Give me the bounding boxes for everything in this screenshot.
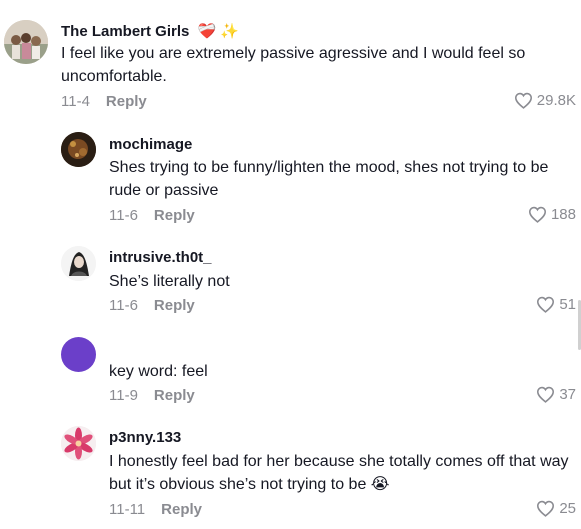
comment-username[interactable]: The Lambert Girls ❤️‍🩹 ✨: [61, 22, 239, 40]
like-button[interactable]: 37: [536, 386, 576, 403]
reply-item: mochimage Shes trying to be funny/lighte…: [0, 120, 581, 230]
comment-meta: 11-6 Reply: [109, 297, 195, 314]
comment-text: She’s literally not: [109, 273, 230, 290]
like-button[interactable]: 29.8K: [514, 92, 576, 109]
reply-button[interactable]: Reply: [106, 93, 147, 110]
like-button[interactable]: 51: [536, 296, 576, 313]
reply-button[interactable]: Reply: [154, 207, 195, 224]
avatar[interactable]: [4, 20, 48, 64]
reply-button[interactable]: Reply: [161, 501, 202, 518]
comment-meta: 11-6 Reply: [109, 207, 195, 224]
like-count: 188: [550, 206, 576, 223]
comment-meta: 11-4 Reply: [61, 93, 147, 110]
heart-outline-icon: [528, 206, 546, 223]
reply-item: intrusive.th0t_ She’s literally not 11-6…: [0, 230, 581, 325]
avatar[interactable]: [61, 246, 96, 281]
comment-text: I honestly feel bad for her because she …: [109, 453, 573, 493]
comment-date: 11-6: [109, 207, 138, 224]
like-button[interactable]: 188: [528, 206, 576, 223]
comment-username[interactable]: mochimage: [109, 136, 192, 153]
comment-meta: 11-11 Reply: [109, 501, 202, 518]
reply-button[interactable]: Reply: [154, 297, 195, 314]
like-count: 25: [559, 500, 576, 517]
comment-meta: 11-9 Reply: [109, 387, 195, 404]
heart-outline-icon: [537, 296, 555, 313]
like-count: 37: [559, 386, 576, 403]
heart-outline-icon: [537, 386, 555, 403]
like-count: 29.8K: [536, 92, 576, 109]
comment-item: The Lambert Girls ❤️‍🩹 ✨ I feel like you…: [0, 0, 581, 120]
like-count: 51: [559, 296, 576, 313]
comment-date: 11-4: [61, 93, 90, 110]
comment-text: I feel like you are extremely passive ag…: [61, 45, 530, 85]
reply-item: p3nny.133 I honestly feel bad for her be…: [0, 420, 581, 529]
avatar[interactable]: [61, 132, 96, 167]
username-emojis: ❤️‍🩹 ✨: [197, 23, 240, 40]
comment-date: 11-11: [109, 501, 146, 518]
heart-outline-icon: [537, 500, 555, 517]
comment-date: 11-6: [109, 297, 138, 314]
comment-text: key word: feel: [109, 363, 208, 380]
avatar[interactable]: [61, 337, 96, 372]
comment-username[interactable]: p3nny.133: [109, 429, 181, 446]
reply-item: key word: feel 11-9 Reply 37: [0, 325, 581, 420]
comment-username[interactable]: intrusive.th0t_: [109, 249, 212, 266]
avatar[interactable]: [61, 426, 96, 461]
reply-button[interactable]: Reply: [154, 387, 195, 404]
heart-outline-icon: [514, 92, 532, 109]
comment-text: Shes trying to be funny/lighten the mood…: [109, 159, 553, 199]
comment-date: 11-9: [109, 387, 138, 404]
like-button[interactable]: 25: [536, 500, 576, 517]
